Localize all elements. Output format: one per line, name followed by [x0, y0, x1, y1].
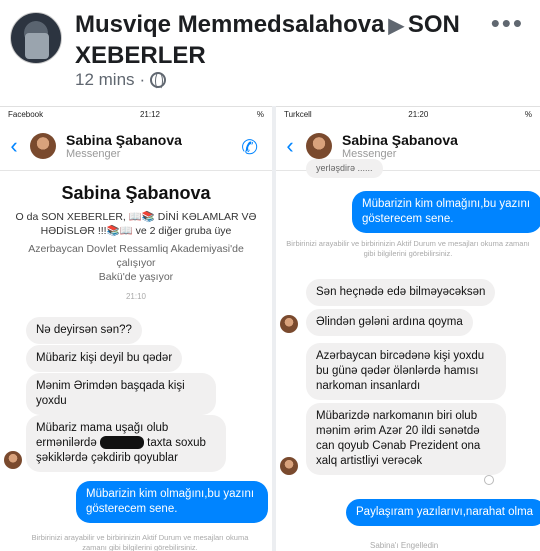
message-bubble: Əlindən gələni ardına qoyma: [306, 309, 473, 336]
status-bar: Facebook 21:12 %: [0, 107, 272, 121]
status-bar: Turkcell 21:20 %: [276, 107, 540, 121]
blocked-note: Sabina'ı Engelledin: [370, 541, 439, 550]
profile-work: Azerbaycan Dovlet Ressamliq Akademiyasi'…: [28, 243, 244, 255]
my-message-bubble: Mübarizin kim olmağını,bu yazını göstere…: [352, 191, 540, 233]
seen-indicator: [484, 475, 494, 485]
post-meta: 12 mins ·: [75, 70, 167, 90]
sender-avatar: [280, 315, 298, 333]
profile-work-2: çalışıyor: [116, 257, 156, 269]
info-note: Birbirinizi arayabilir ve birbirinizin A…: [286, 239, 530, 258]
author-name[interactable]: Musviqe Memmedsalahova: [75, 11, 384, 38]
info-note: Birbirinizi arayabilir ve birbirinizin A…: [31, 533, 249, 551]
phone-icon[interactable]: ✆: [241, 135, 258, 160]
cut-message: yerləşdirə ......: [306, 159, 383, 178]
message-bubble: Mübariz mama uşağı olub ermənilərdə taxt…: [26, 415, 226, 472]
contact-avatar[interactable]: [30, 132, 56, 159]
more-icon[interactable]: •••: [491, 8, 524, 39]
carrier: Facebook: [8, 109, 44, 119]
back-icon[interactable]: ‹: [4, 133, 24, 159]
post-title: Musviqe Memmedsalahova ▶ SON XEBERLER: [75, 10, 475, 71]
carrier: Turkcell: [284, 109, 312, 119]
profile-name: Sabina Şabanova: [61, 183, 211, 203]
contact-name[interactable]: Sabina Şabanova: [66, 132, 182, 148]
contact-name[interactable]: Sabina Şabanova: [342, 132, 458, 148]
chat-header: ‹ Sabina Şabanova Messenger ✆: [0, 121, 272, 171]
my-message-bubble: Mübarizin kim olmağını,bu yazını göstere…: [76, 481, 268, 523]
profile-groups: O da SON XEBERLER, 📖📚 DİNİ KƏLAMLAR VƏ: [15, 211, 257, 223]
post-header: Musviqe Memmedsalahova ▶ SON XEBERLER 12 m…: [0, 0, 540, 100]
contact-avatar[interactable]: [306, 132, 332, 159]
profile-location: Bakü'de yaşıyor: [98, 271, 174, 283]
my-message-bubble: Paylaşıram yazılarıvı,narahat olma: [346, 499, 540, 526]
separator: ·: [139, 70, 146, 89]
message-bubble: Sən heçnədə edə bilməyəcəksən: [306, 279, 496, 306]
status-time: 21:12: [139, 109, 161, 119]
contact-sub: Messenger: [66, 147, 121, 160]
message-bubble: Mübariz kişi deyil bu qədər: [26, 345, 183, 372]
profile-groups-2: HƏDİSLƏR !!!📚📖 ve 2 diğer gruba üye: [40, 225, 232, 237]
caret-right-icon: ▶: [388, 15, 404, 37]
contact-sub: Messenger: [342, 147, 397, 160]
battery: %: [524, 109, 532, 119]
author-avatar[interactable]: [10, 12, 62, 64]
message-bubble: Nə deyirsən sən??: [26, 317, 142, 344]
post-time[interactable]: 12 mins: [75, 70, 135, 90]
message-bubble: Azərbaycan bircədənə kişi yoxdu bu günə …: [306, 343, 506, 400]
right-screenshot: Turkcell 21:20 % ‹ Sabina Şabanova Messe…: [276, 106, 540, 551]
message-bubble: Mənim Ərimdən başqada kişi yoxdu: [26, 373, 216, 415]
back-icon[interactable]: ‹: [280, 133, 300, 159]
message-bubble: Mübarizdə narkomanın biri olub mənim əri…: [306, 403, 506, 475]
sender-avatar: [4, 451, 22, 469]
sender-avatar: [280, 457, 298, 475]
redacted-mark: [99, 436, 144, 450]
battery: %: [256, 109, 264, 119]
message-timestamp: 21:10: [125, 292, 147, 301]
left-screenshot: Facebook 21:12 % ‹ Sabina Şabanova Messe…: [0, 106, 272, 551]
status-time: 21:20: [408, 109, 429, 119]
globe-icon: [150, 72, 167, 90]
